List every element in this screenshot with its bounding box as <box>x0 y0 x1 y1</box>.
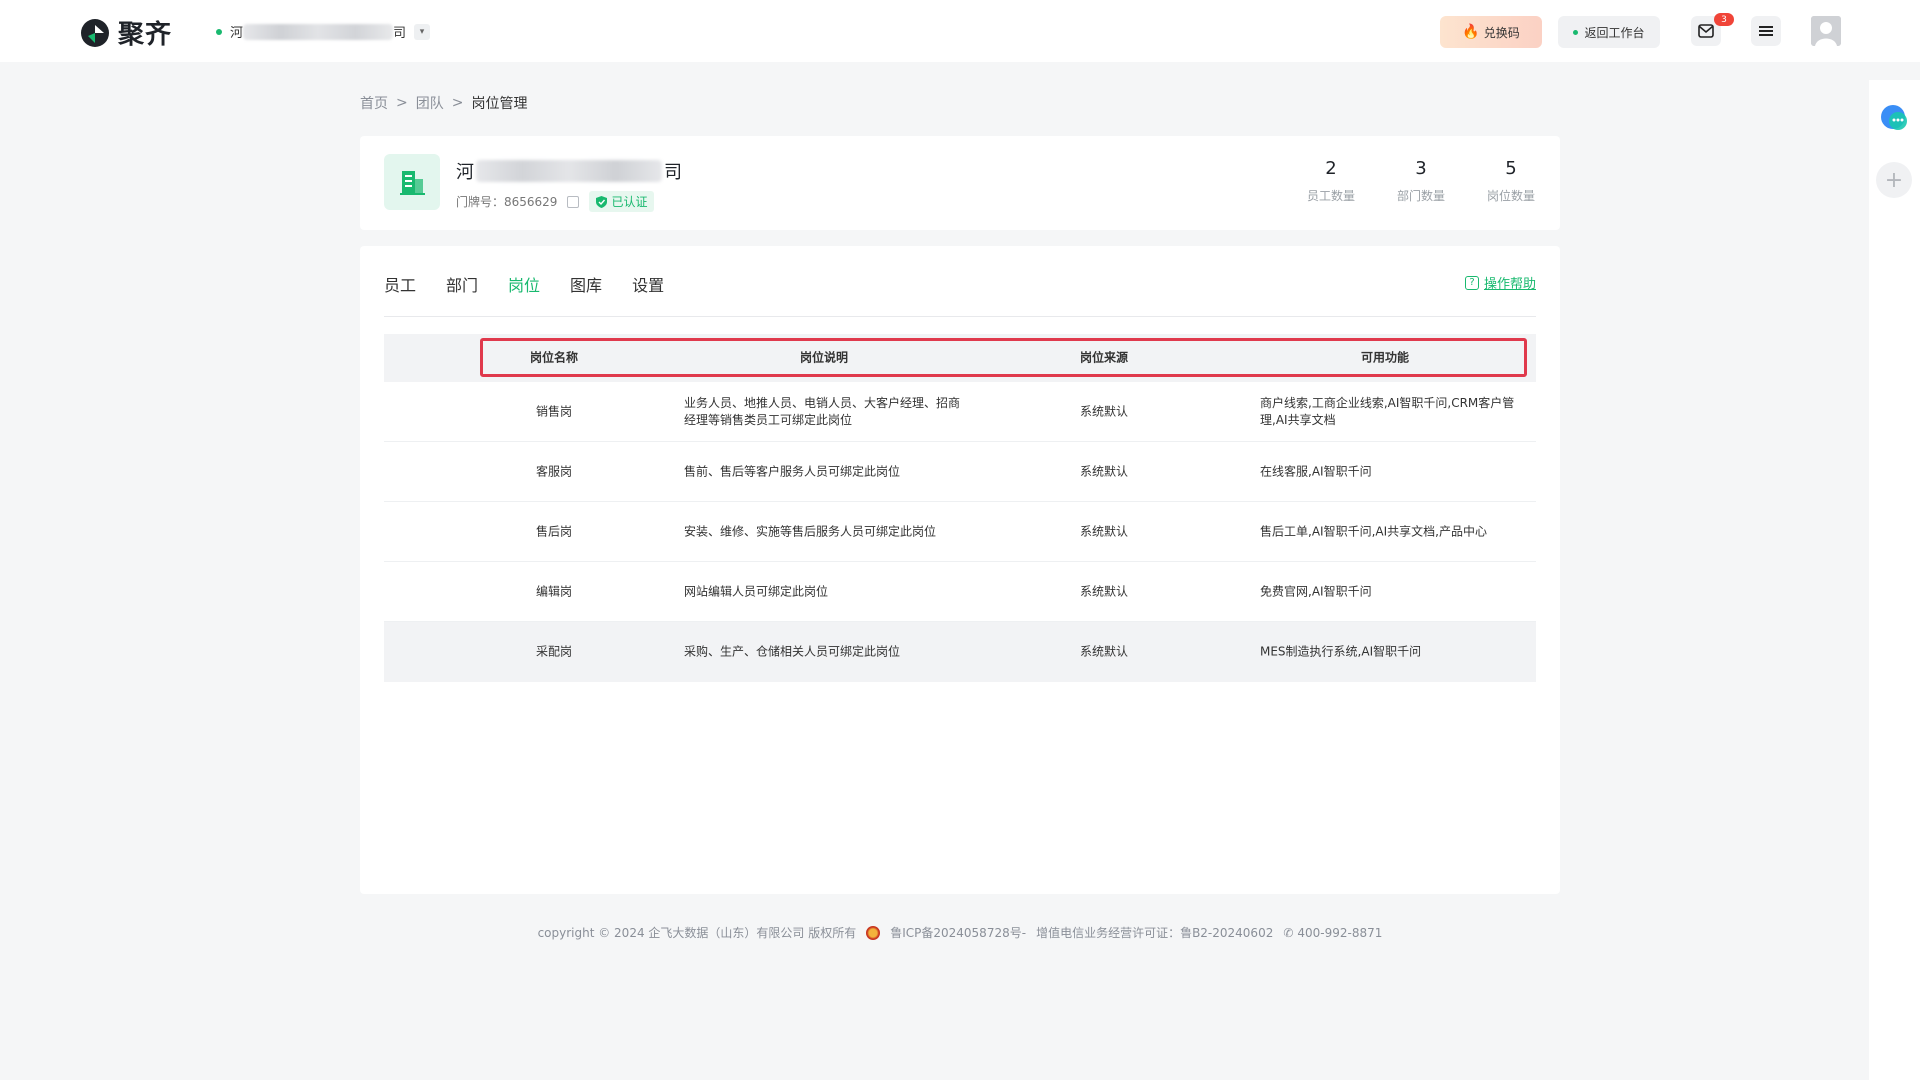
tab-departments[interactable]: 部门 <box>446 272 478 296</box>
dot-icon <box>1573 29 1579 35</box>
phone-icon: ✆ <box>1283 925 1294 940</box>
back-to-workbench-button[interactable]: 返回工作台 <box>1558 16 1660 48</box>
logo[interactable]: 聚齐 <box>78 14 172 51</box>
cell-source: 系统默认 <box>1079 464 1128 478</box>
cell-desc: 采购、生产、仓储相关人员可绑定此岗位 <box>684 644 901 659</box>
tab-settings[interactable]: 设置 <box>632 272 664 296</box>
add-icon[interactable]: + <box>1876 162 1912 198</box>
fire-icon: 🔥 <box>1462 24 1480 40</box>
divider <box>384 316 1536 317</box>
stat-positions[interactable]: 5 岗位数量 <box>1466 158 1556 204</box>
tab-positions[interactable]: 岗位 <box>508 272 540 296</box>
company-card: 河 司 门牌号：8656629 已认证 2 员工数量 3 部门数量 5 岗位数量 <box>360 136 1560 230</box>
license-text: 增值电信业务经营许可证：鲁B2-20240602 <box>1036 926 1274 940</box>
company-name-prefix: 河 <box>456 162 474 183</box>
mail-badge: 3 <box>1714 13 1734 26</box>
back-label: 返回工作台 <box>1584 25 1645 40</box>
tab-gallery[interactable]: 图库 <box>570 272 602 296</box>
cell-features: MES制造执行系统,AI智职千问 <box>1260 644 1422 659</box>
hamburger-icon <box>1759 26 1773 36</box>
redacted-text <box>476 160 662 182</box>
status-dot <box>216 28 222 35</box>
cell-source: 系统默认 <box>1079 644 1128 659</box>
table-row[interactable]: 采配岗 采购、生产、仓储相关人员可绑定此岗位 系统默认 MES制造执行系统,AI… <box>384 622 1536 682</box>
cell-name: 客服岗 <box>535 464 572 478</box>
cell-name: 编辑岗 <box>535 584 572 598</box>
breadcrumb-home[interactable]: 首页 <box>360 93 388 113</box>
phone-number: 400-992-8871 <box>1297 925 1383 940</box>
top-bar: 聚齐 河 司 ▾ 🔥 兑换码 返回工作台 3 <box>0 0 1920 62</box>
cell-features: 在线客服,AI智职千问 <box>1260 464 1372 478</box>
stat-label: 员工数量 <box>1306 189 1355 203</box>
user-icon <box>1811 16 1841 46</box>
verified-badge: 已认证 <box>589 191 655 212</box>
table-row[interactable]: 编辑岗 网站编辑人员可绑定此岗位 系统默认 免费官网,AI智职千问 <box>384 562 1536 622</box>
breadcrumb-current: 岗位管理 <box>471 96 528 112</box>
cell-source: 系统默认 <box>1079 584 1128 598</box>
avatar[interactable] <box>1811 16 1841 46</box>
redeem-code-button[interactable]: 🔥 兑换码 <box>1440 16 1542 48</box>
door-number: 门牌号：8656629 <box>456 195 558 209</box>
cell-features: 售后工单,AI智职千问,AI共享文档,产品中心 <box>1260 524 1487 538</box>
help-link[interactable]: ? 操作帮助 <box>1464 273 1536 292</box>
table-row[interactable]: 客服岗 售前、售后等客户服务人员可绑定此岗位 系统默认 在线客服,AI智职千问 <box>384 442 1536 502</box>
stat-employees[interactable]: 2 员工数量 <box>1286 158 1376 204</box>
org-selector[interactable]: 河 司 ▾ <box>216 22 431 41</box>
verified-label: 已认证 <box>611 195 648 209</box>
redeem-label: 兑换码 <box>1483 25 1520 40</box>
cell-source: 系统默认 <box>1079 524 1128 538</box>
positions-table: 岗位名称 岗位说明 岗位来源 可用功能 销售岗 业务人员、地推人员、电销人员、大… <box>384 334 1536 682</box>
breadcrumb: 首页 > 团队 > 岗位管理 <box>360 93 527 113</box>
breadcrumb-team[interactable]: 团队 <box>416 93 444 113</box>
chat-icon[interactable] <box>1879 103 1909 133</box>
cell-desc: 安装、维修、实施等售后服务人员可绑定此岗位 <box>684 524 937 538</box>
cell-name: 销售岗 <box>535 404 572 418</box>
org-name-prefix: 河 <box>230 26 244 41</box>
cell-desc: 售前、售后等客户服务人员可绑定此岗位 <box>684 464 901 478</box>
cell-name: 售后岗 <box>535 524 572 538</box>
icp-link[interactable]: 鲁ICP备2024058728号- <box>890 924 1026 941</box>
redacted-text <box>243 23 394 40</box>
table-row[interactable]: 售后岗 安装、维修、实施等售后服务人员可绑定此岗位 系统默认 售后工单,AI智职… <box>384 502 1536 562</box>
help-icon: ? <box>1464 275 1479 290</box>
breadcrumb-sep: > <box>396 95 408 111</box>
chevron-down-icon[interactable]: ▾ <box>414 23 431 40</box>
stat-label: 岗位数量 <box>1486 189 1535 203</box>
stat-value: 5 <box>1505 158 1517 179</box>
highlight-annotation-box <box>480 338 1527 377</box>
shield-check-icon <box>596 195 608 208</box>
company-name-suffix: 司 <box>664 162 682 183</box>
stat-label: 部门数量 <box>1396 189 1445 203</box>
copy-icon[interactable] <box>567 195 580 208</box>
stat-value: 3 <box>1415 158 1427 179</box>
company-meta: 门牌号：8656629 已认证 <box>456 191 655 212</box>
company-name: 河 司 <box>456 158 682 184</box>
logo-text: 聚齐 <box>118 20 173 50</box>
menu-button[interactable] <box>1751 16 1781 46</box>
tab-bar: 员工 部门 岗位 图库 设置 <box>384 272 664 296</box>
tab-employees[interactable]: 员工 <box>384 272 416 296</box>
cell-desc: 业务人员、地推人员、电销人员、大客户经理、招商经理等销售类员工可绑定此岗位 <box>684 395 961 427</box>
building-icon <box>384 154 440 210</box>
cell-desc: 网站编辑人员可绑定此岗位 <box>684 584 829 598</box>
org-name: 河 司 <box>230 22 406 41</box>
org-name-suffix: 司 <box>393 26 407 41</box>
copyright-text: copyright © 2024 企飞大数据（山东）有限公司 版权所有 <box>537 926 857 940</box>
cell-features: 免费官网,AI智职千问 <box>1260 584 1372 598</box>
cell-name: 采配岗 <box>535 644 572 659</box>
breadcrumb-sep: > <box>451 95 464 111</box>
cell-features: 商户线索,工商企业线索,AI智职千问,CRM客户管理,AI共享文档 <box>1260 395 1515 427</box>
footer: copyright © 2024 企飞大数据（山东）有限公司 版权所有 鲁ICP… <box>0 924 1920 941</box>
police-badge-icon <box>866 925 881 940</box>
cell-source: 系统默认 <box>1079 404 1128 418</box>
stat-departments[interactable]: 3 部门数量 <box>1376 158 1466 204</box>
stat-value: 2 <box>1325 158 1337 179</box>
help-label: 操作帮助 <box>1483 277 1536 292</box>
company-stats: 2 员工数量 3 部门数量 5 岗位数量 <box>1286 158 1556 204</box>
logo-icon <box>81 18 109 47</box>
table-row[interactable]: 销售岗 业务人员、地推人员、电销人员、大客户经理、招商经理等销售类员工可绑定此岗… <box>384 382 1536 442</box>
mail-icon <box>1698 24 1714 38</box>
